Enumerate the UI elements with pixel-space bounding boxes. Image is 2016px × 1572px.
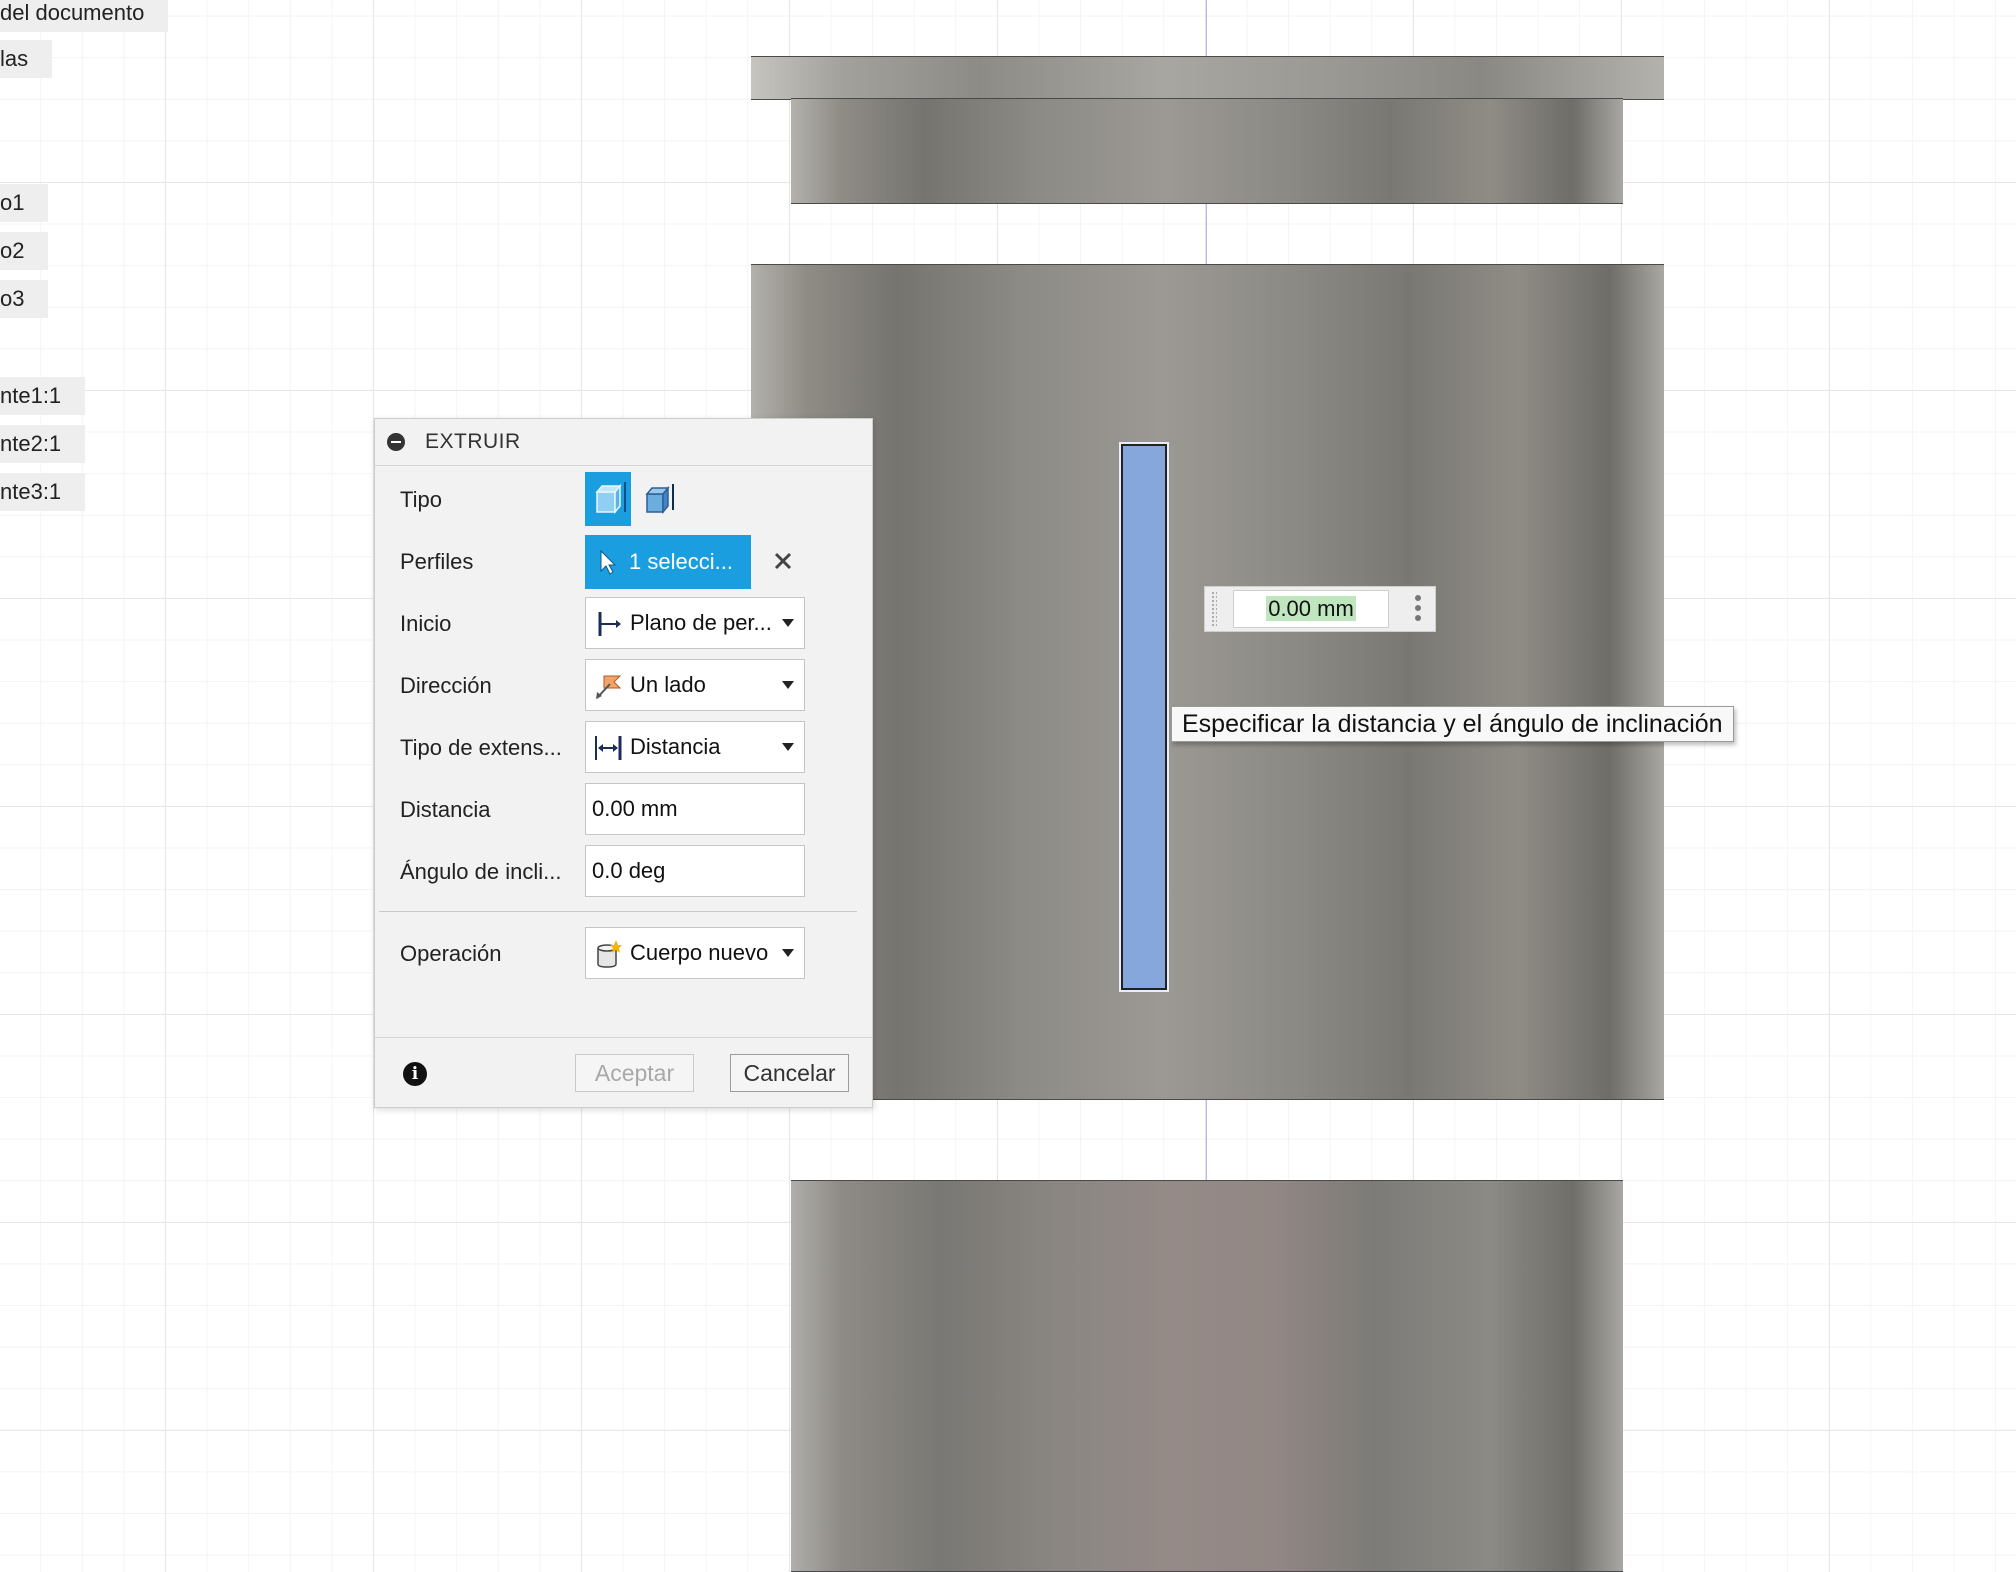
operacion-label: Operación	[400, 941, 502, 966]
new-body-icon	[597, 940, 622, 968]
clear-selection-icon[interactable]	[771, 549, 795, 573]
distance-manipulator[interactable]: 0.00 mm	[1204, 586, 1436, 632]
browser-item-3[interactable]: o3	[0, 280, 49, 318]
tipo-extension-label: Tipo de extens...	[400, 735, 562, 760]
distance-value: 0.00 mm	[592, 796, 678, 821]
distance-manipulator-value: 0.00 mm	[1266, 596, 1356, 621]
browser-item-views[interactable]: las	[0, 40, 53, 78]
selected-sketch-profile[interactable]	[1121, 444, 1167, 990]
extrude-dialog: EXTRUIR Tipo Perfiles 1 selecci... Inici…	[374, 418, 873, 1108]
tooltip: Especificar la distancia y el ángulo de …	[1171, 706, 1734, 742]
one-side-direction-icon	[596, 675, 622, 699]
browser-component-1[interactable]: nte1:1	[0, 377, 86, 415]
browser-item-label: nte2:1	[0, 431, 62, 456]
start-dropdown[interactable]: Plano de per...	[585, 597, 805, 649]
body-main-cylinder[interactable]	[751, 264, 1664, 1100]
profile-plane-icon	[598, 612, 621, 636]
chevron-down-icon	[782, 619, 794, 627]
distance-extent-icon	[595, 736, 622, 760]
profiles-selection-text: 1 selecci...	[629, 549, 733, 574]
operation-value: Cuerpo nuevo	[630, 940, 769, 965]
solid-extrude-icon	[595, 482, 626, 515]
direction-dropdown[interactable]: Un lado	[585, 659, 805, 711]
browser-item-label: las	[0, 46, 29, 71]
collapse-icon[interactable]	[387, 433, 405, 451]
dialog-footer: i Aceptar Cancelar	[375, 1037, 872, 1108]
accept-button[interactable]: Aceptar	[575, 1054, 694, 1092]
taper-angle-input[interactable]: 0.0 deg	[585, 845, 805, 897]
inicio-label: Inicio	[400, 611, 452, 636]
cancel-button[interactable]: Cancelar	[730, 1054, 849, 1092]
taper-angle-value: 0.0 deg	[592, 858, 666, 883]
distancia-label: Distancia	[400, 797, 491, 822]
info-icon[interactable]: i	[403, 1062, 427, 1086]
browser-item-label: nte3:1	[0, 479, 62, 504]
browser-item-document-settings[interactable]: del documento	[0, 0, 169, 32]
browser-item-2[interactable]: o2	[0, 232, 49, 270]
browser-item-1[interactable]: o1	[0, 184, 49, 222]
thin-extrude-icon	[645, 484, 674, 515]
browser-component-2[interactable]: nte2:1	[0, 425, 86, 463]
more-options-icon[interactable]	[1415, 595, 1421, 623]
browser-item-label: nte1:1	[0, 383, 62, 408]
browser-item-label: o1	[0, 190, 25, 215]
cursor-arrow-icon	[600, 549, 617, 575]
direction-value: Un lado	[630, 672, 706, 697]
perfiles-label: Perfiles	[400, 549, 474, 574]
operation-dropdown[interactable]: Cuerpo nuevo	[585, 927, 805, 979]
extent-type-value: Distancia	[630, 734, 721, 759]
browser-item-label: o3	[0, 286, 25, 311]
extrude-type-thin-button[interactable]	[637, 472, 683, 526]
drag-grip-icon[interactable]	[1211, 591, 1217, 627]
distance-input[interactable]: 0.00 mm	[585, 783, 805, 835]
profiles-selection-button[interactable]: 1 selecci...	[585, 535, 751, 589]
dialog-title: EXTRUIR	[425, 430, 521, 453]
divider	[379, 911, 857, 912]
dialog-header[interactable]: EXTRUIR	[375, 419, 872, 466]
chevron-down-icon	[782, 949, 794, 957]
body-top-cylinder[interactable]	[791, 98, 1623, 204]
body-bottom-cylinder[interactable]	[791, 1180, 1623, 1572]
angulo-label: Ángulo de incli...	[400, 859, 562, 884]
extrude-type-solid-button[interactable]	[585, 472, 631, 526]
chevron-down-icon	[782, 743, 794, 751]
tipo-label: Tipo	[400, 487, 442, 512]
browser-item-label: o2	[0, 238, 25, 263]
browser-item-label: del documento	[0, 0, 145, 25]
body-top-flange[interactable]	[751, 56, 1664, 100]
chevron-down-icon	[782, 681, 794, 689]
direccion-label: Dirección	[400, 673, 492, 698]
start-value: Plano de per...	[630, 610, 772, 635]
browser-component-3[interactable]: nte3:1	[0, 473, 86, 511]
distance-manipulator-input[interactable]: 0.00 mm	[1233, 590, 1389, 628]
extent-type-dropdown[interactable]: Distancia	[585, 721, 805, 773]
